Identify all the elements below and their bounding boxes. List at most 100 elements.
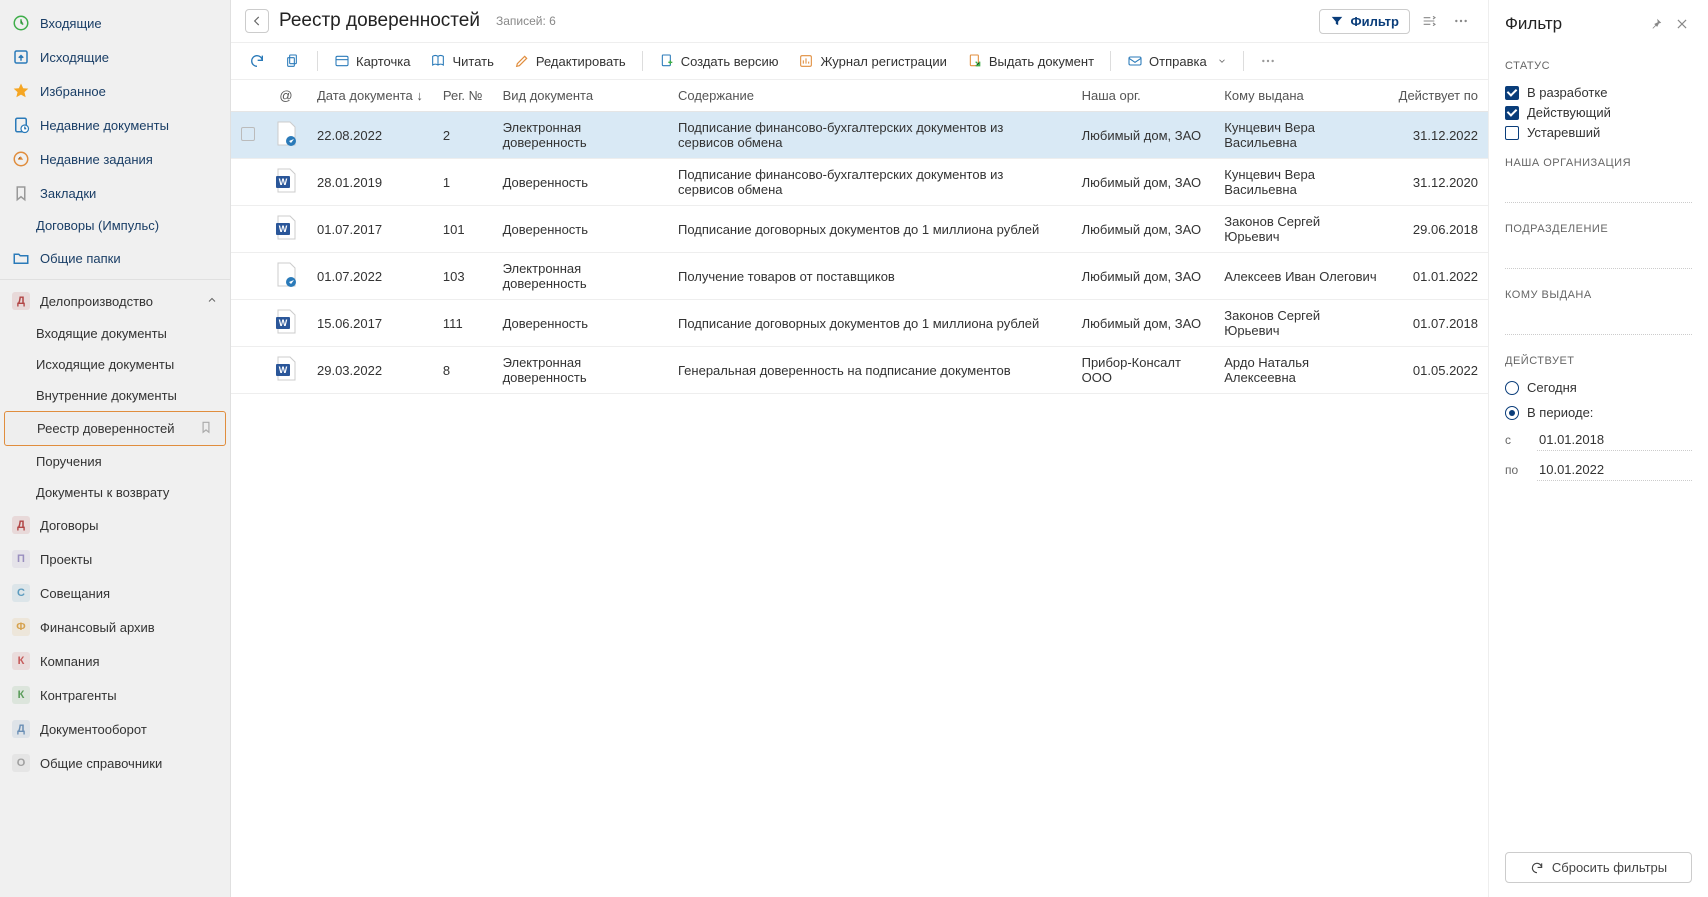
filter-button[interactable]: Фильтр: [1319, 9, 1410, 34]
section-проекты[interactable]: ППроекты: [0, 542, 230, 576]
filter-icon: [1330, 14, 1344, 28]
status-check-устаревший[interactable]: Устаревший: [1505, 125, 1692, 140]
cell-to: Кунцевич Вера Васильевна: [1214, 159, 1388, 206]
table-row[interactable]: W01.07.2017101ДоверенностьПодписание дог…: [231, 206, 1488, 253]
bookmark-icon: [199, 420, 213, 437]
subitem-внутренние-документы[interactable]: Внутренние документы: [0, 380, 230, 411]
to-label: по: [1505, 463, 1527, 477]
cell-type: Электронная доверенность: [493, 347, 668, 394]
table-row[interactable]: 22.08.20222Электронная доверенностьПодпи…: [231, 112, 1488, 159]
close-icon[interactable]: [1672, 14, 1692, 34]
nav-label: Избранное: [40, 84, 106, 99]
filter-panel: Фильтр СТАТУС В разработкеДействующийУст…: [1488, 0, 1708, 897]
status-check-действующий[interactable]: Действующий: [1505, 105, 1692, 120]
create-version-label: Создать версию: [681, 54, 779, 69]
status-check-в-разработке[interactable]: В разработке: [1505, 85, 1692, 100]
reset-icon: [1530, 861, 1544, 875]
send-button[interactable]: Отправка: [1119, 49, 1235, 73]
word-doc-icon: W: [275, 229, 297, 244]
section-делопроизводство[interactable]: ДДелопроизводство: [0, 284, 230, 318]
section-документооборот[interactable]: ДДокументооборот: [0, 712, 230, 746]
card-button[interactable]: Карточка: [326, 49, 418, 73]
settings-icon[interactable]: [1416, 8, 1442, 34]
nav-исходящие[interactable]: Исходящие: [0, 40, 230, 74]
col-valid-until[interactable]: Действует по: [1389, 80, 1488, 112]
reg-log-button[interactable]: Журнал регистрации: [790, 49, 954, 73]
create-version-button[interactable]: Создать версию: [651, 49, 787, 73]
card-label: Карточка: [356, 54, 410, 69]
valid-today-radio[interactable]: Сегодня: [1505, 380, 1692, 395]
nav-входящие[interactable]: Входящие: [0, 6, 230, 40]
subitem-поручения[interactable]: Поручения: [0, 446, 230, 477]
our-org-section-label: НАША ОРГАНИЗАЦИЯ: [1505, 157, 1692, 169]
our-org-field[interactable]: [1505, 181, 1692, 203]
section-совещания[interactable]: ССовещания: [0, 576, 230, 610]
section-контрагенты[interactable]: ККонтрагенты: [0, 678, 230, 712]
table-row[interactable]: W28.01.20191ДоверенностьПодписание финан…: [231, 159, 1488, 206]
valid-period-radio[interactable]: В периоде:: [1505, 405, 1692, 420]
cell-reg: 111: [433, 300, 493, 347]
subitem-входящие-документы[interactable]: Входящие документы: [0, 318, 230, 349]
to-date-field[interactable]: 10.01.2022: [1537, 459, 1692, 481]
col-issued-to[interactable]: Кому выдана: [1214, 80, 1388, 112]
nav-избранное[interactable]: Избранное: [0, 74, 230, 108]
word-doc-icon: W: [275, 370, 297, 385]
edit-button[interactable]: Редактировать: [506, 49, 634, 73]
cell-date: 01.07.2017: [307, 206, 433, 253]
subitem-label: Поручения: [36, 454, 102, 469]
reset-filters-button[interactable]: Сбросить фильтры: [1505, 852, 1692, 883]
more-icon[interactable]: [1448, 8, 1474, 34]
table-row[interactable]: W29.03.20228Электронная доверенностьГене…: [231, 347, 1488, 394]
nav-договоры-импульс-[interactable]: Договоры (Импульс): [0, 210, 230, 241]
cell-until: 31.12.2022: [1389, 112, 1488, 159]
col-reg-no[interactable]: Рег. №: [433, 80, 493, 112]
section-label: Проекты: [40, 552, 92, 567]
copy-button[interactable]: [277, 49, 309, 73]
subitem-исходящие-документы[interactable]: Исходящие документы: [0, 349, 230, 380]
nav-недавние-задания[interactable]: Недавние задания: [0, 142, 230, 176]
nav-недавние-документы[interactable]: Недавние документы: [0, 108, 230, 142]
pin-icon[interactable]: [1646, 14, 1666, 34]
nav-label: Недавние документы: [40, 118, 169, 133]
subitem-label: Документы к возврату: [36, 485, 169, 500]
back-button[interactable]: [245, 9, 269, 33]
status-label: Действующий: [1527, 105, 1611, 120]
from-label: с: [1505, 433, 1527, 447]
col-doc-date[interactable]: Дата документа ↓: [307, 80, 433, 112]
table-container: @ Дата документа ↓ Рег. № Вид документа …: [231, 80, 1488, 897]
cell-org: Любимый дом, ЗАО: [1072, 159, 1215, 206]
cell-date: 01.07.2022: [307, 253, 433, 300]
col-doc-type[interactable]: Вид документа: [493, 80, 668, 112]
cell-date: 15.06.2017: [307, 300, 433, 347]
dept-field[interactable]: [1505, 247, 1692, 269]
subitem-label: Реестр доверенностей: [37, 421, 175, 436]
section-компания[interactable]: ККомпания: [0, 644, 230, 678]
row-checkbox[interactable]: [241, 127, 255, 141]
edoc-icon: [275, 276, 297, 291]
nav-label: Закладки: [40, 186, 96, 201]
nav-общие-папки[interactable]: Общие папки: [0, 241, 230, 275]
nav-закладки[interactable]: Закладки: [0, 176, 230, 210]
issue-doc-button[interactable]: Выдать документ: [959, 49, 1102, 73]
send-label: Отправка: [1149, 54, 1207, 69]
table-row[interactable]: 01.07.2022103Электронная доверенностьПол…: [231, 253, 1488, 300]
toolbar-more-button[interactable]: [1252, 49, 1284, 73]
table-row[interactable]: W15.06.2017111ДоверенностьПодписание дог…: [231, 300, 1488, 347]
refresh-button[interactable]: [241, 49, 273, 73]
col-our-org[interactable]: Наша орг.: [1072, 80, 1215, 112]
nav-label: Договоры (Импульс): [36, 218, 159, 233]
col-attachment[interactable]: @: [265, 80, 307, 112]
from-date-field[interactable]: 01.01.2018: [1537, 429, 1692, 451]
section-общие-справочники[interactable]: ООбщие справочники: [0, 746, 230, 780]
section-label: Документооборот: [40, 722, 147, 737]
section-финансовый-архив[interactable]: ФФинансовый архив: [0, 610, 230, 644]
subitem-label: Исходящие документы: [36, 357, 174, 372]
read-button[interactable]: Читать: [422, 49, 501, 73]
section-label: Договоры: [40, 518, 98, 533]
subitem-документы-к-возврату[interactable]: Документы к возврату: [0, 477, 230, 508]
issued-to-field[interactable]: [1505, 313, 1692, 335]
cell-content: Подписание договорных документов до 1 ми…: [668, 300, 1072, 347]
col-content[interactable]: Содержание: [668, 80, 1072, 112]
subitem-реестр-доверенностей[interactable]: Реестр доверенностей: [4, 411, 226, 446]
section-договоры[interactable]: ДДоговоры: [0, 508, 230, 542]
